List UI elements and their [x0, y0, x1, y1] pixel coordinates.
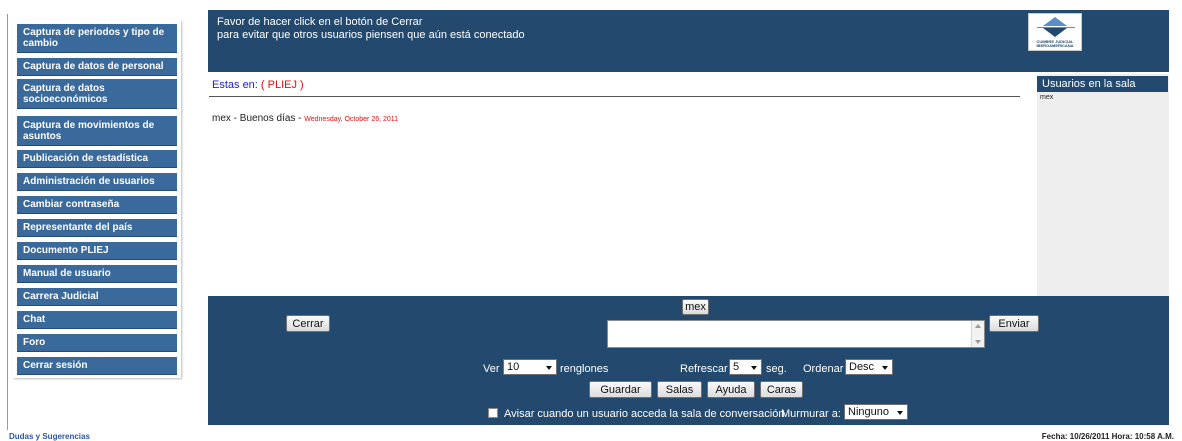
sidebar-item-label: Captura de datos de personal [23, 61, 164, 72]
left-divider [7, 14, 8, 430]
refresh-interval-value: 5 [733, 361, 740, 373]
sidebar-item-label: Captura de datos socioeconómicos [23, 82, 108, 105]
sidebar-item-label: Captura de periodos y tipo de cambio [23, 27, 165, 49]
sidebar-item-label: Cerrar sesión [23, 360, 88, 371]
ver-label: Ver [483, 363, 500, 375]
sidebar-item-label: Foro [23, 337, 46, 348]
ver-rows-select[interactable]: 10 [503, 359, 557, 375]
whisper-label: Murmurar a: [781, 408, 841, 420]
banner-line-2: para evitar que otros usuarios piensen q… [217, 29, 525, 41]
sidebar-item-captura-movimientos[interactable]: Captura de movimientos de asuntos [17, 116, 177, 146]
chevron-down-icon [882, 366, 888, 370]
chevron-down-icon [546, 366, 552, 370]
renglones-label: renglones [560, 363, 609, 375]
faces-button[interactable]: Caras [760, 381, 803, 398]
sidebar-item-manual-usuario[interactable]: Manual de usuario [17, 265, 177, 283]
cumbre-judicial-logo: CUMBRE JUDICIAL IBEROAMERICANA [1028, 13, 1082, 51]
order-select[interactable]: Desc [845, 359, 893, 375]
sidebar-item-carrera-judicial[interactable]: Carrera Judicial [17, 288, 177, 306]
footer-datetime: Fecha: 10/26/2011 Hora: 10:58 A.M. [1041, 432, 1174, 441]
whisper-select[interactable]: Ninguno [844, 404, 908, 420]
seg-label: seg. [766, 363, 787, 375]
sidebar-item-label: Representante del país [23, 222, 133, 233]
feedback-link[interactable]: Dudas y Sugerencias [9, 432, 90, 441]
sidebar-item-label: Documento PLIEJ [23, 245, 109, 256]
sidebar-item-label: Administración de usuarios [23, 176, 155, 187]
whisper-value: Ninguno [848, 406, 889, 418]
notify-label: Avisar cuando un usuario acceda la sala … [504, 408, 785, 420]
sidebar-item-captura-periodos[interactable]: Captura de periodos y tipo de cambio [17, 24, 177, 53]
help-button[interactable]: Ayuda [707, 381, 755, 398]
sidebar-item-cerrar-sesion[interactable]: Cerrar sesión [17, 357, 177, 375]
refresh-interval-select[interactable]: 5 [729, 359, 762, 375]
chevron-down-icon [897, 411, 903, 415]
message-input[interactable] [607, 320, 985, 348]
sidebar-item-cambiar-contrasena[interactable]: Cambiar contraseña [17, 196, 177, 214]
banner-line-1: Favor de hacer click en el botón de Cerr… [217, 16, 423, 28]
sidebar-item-captura-socioeconomicos[interactable]: Captura de datos socioeconómicos [17, 79, 177, 109]
ordenar-label: Ordenar [803, 363, 844, 375]
users-panel-title: Usuarios en la sala [1037, 76, 1168, 92]
sidebar-item-captura-personal[interactable]: Captura de datos de personal [17, 58, 177, 76]
sidebar-item-administracion-usuarios[interactable]: Administración de usuarios [17, 173, 177, 191]
message-scrollbar[interactable] [971, 321, 984, 347]
breadcrumb-current: ( PLIEJ ) [260, 79, 304, 91]
greeting: mex - Buenos días - Wednesday, October 2… [212, 113, 398, 124]
chevron-down-icon [751, 366, 757, 370]
sidebar: Captura de periodos y tipo de cambio Cap… [13, 20, 181, 378]
notify-checkbox[interactable] [488, 408, 498, 418]
sidebar-item-representante-pais[interactable]: Representante del país [17, 219, 177, 237]
sidebar-item-foro[interactable]: Foro [17, 334, 177, 352]
sidebar-item-label: Chat [23, 314, 46, 325]
logo-text-2: IBEROAMERICANA [1036, 43, 1074, 48]
sidebar-item-label: Cambiar contraseña [23, 199, 120, 210]
order-value: Desc [849, 361, 875, 373]
sidebar-item-label: Manual de usuario [23, 268, 111, 279]
greeting-date: Wednesday, October 26, 2011 [304, 116, 399, 123]
sidebar-item-label: Captura de movimientos de asuntos [23, 119, 155, 142]
logo-upper-triangle-icon [1043, 17, 1067, 26]
send-button[interactable]: Enviar [989, 315, 1039, 332]
ver-rows-value: 10 [507, 361, 520, 373]
breadcrumb-prefix: Estas en: [212, 79, 261, 91]
refrescar-label: Refrescar [680, 363, 728, 375]
banner-message: Favor de hacer click en el botón de Cerr… [217, 16, 525, 42]
sidebar-item-label: Publicación de estadística [23, 153, 149, 164]
content-divider [209, 96, 1020, 97]
sidebar-item-publicacion-estadistica[interactable]: Publicación de estadística [17, 150, 177, 168]
user-tag-button[interactable]: mex [682, 299, 709, 315]
sidebar-item-documento-pliej[interactable]: Documento PLIEJ [17, 242, 177, 260]
rooms-button[interactable]: Salas [657, 381, 702, 398]
breadcrumb: Estas en: ( PLIEJ ) [212, 79, 304, 91]
user-list-item[interactable]: mex [1040, 94, 1053, 101]
sidebar-item-chat[interactable]: Chat [17, 311, 177, 329]
close-button[interactable]: Cerrar [286, 315, 330, 332]
sidebar-item-label: Carrera Judicial [23, 291, 99, 302]
logo-lower-triangle-icon [1043, 28, 1067, 37]
greeting-text: mex - Buenos días - [212, 113, 305, 124]
top-banner: Favor de hacer click en el botón de Cerr… [208, 10, 1169, 72]
users-panel [1037, 74, 1169, 296]
scroll-up-icon[interactable] [975, 324, 981, 328]
scroll-down-icon[interactable] [975, 340, 981, 344]
save-button[interactable]: Guardar [589, 381, 652, 398]
